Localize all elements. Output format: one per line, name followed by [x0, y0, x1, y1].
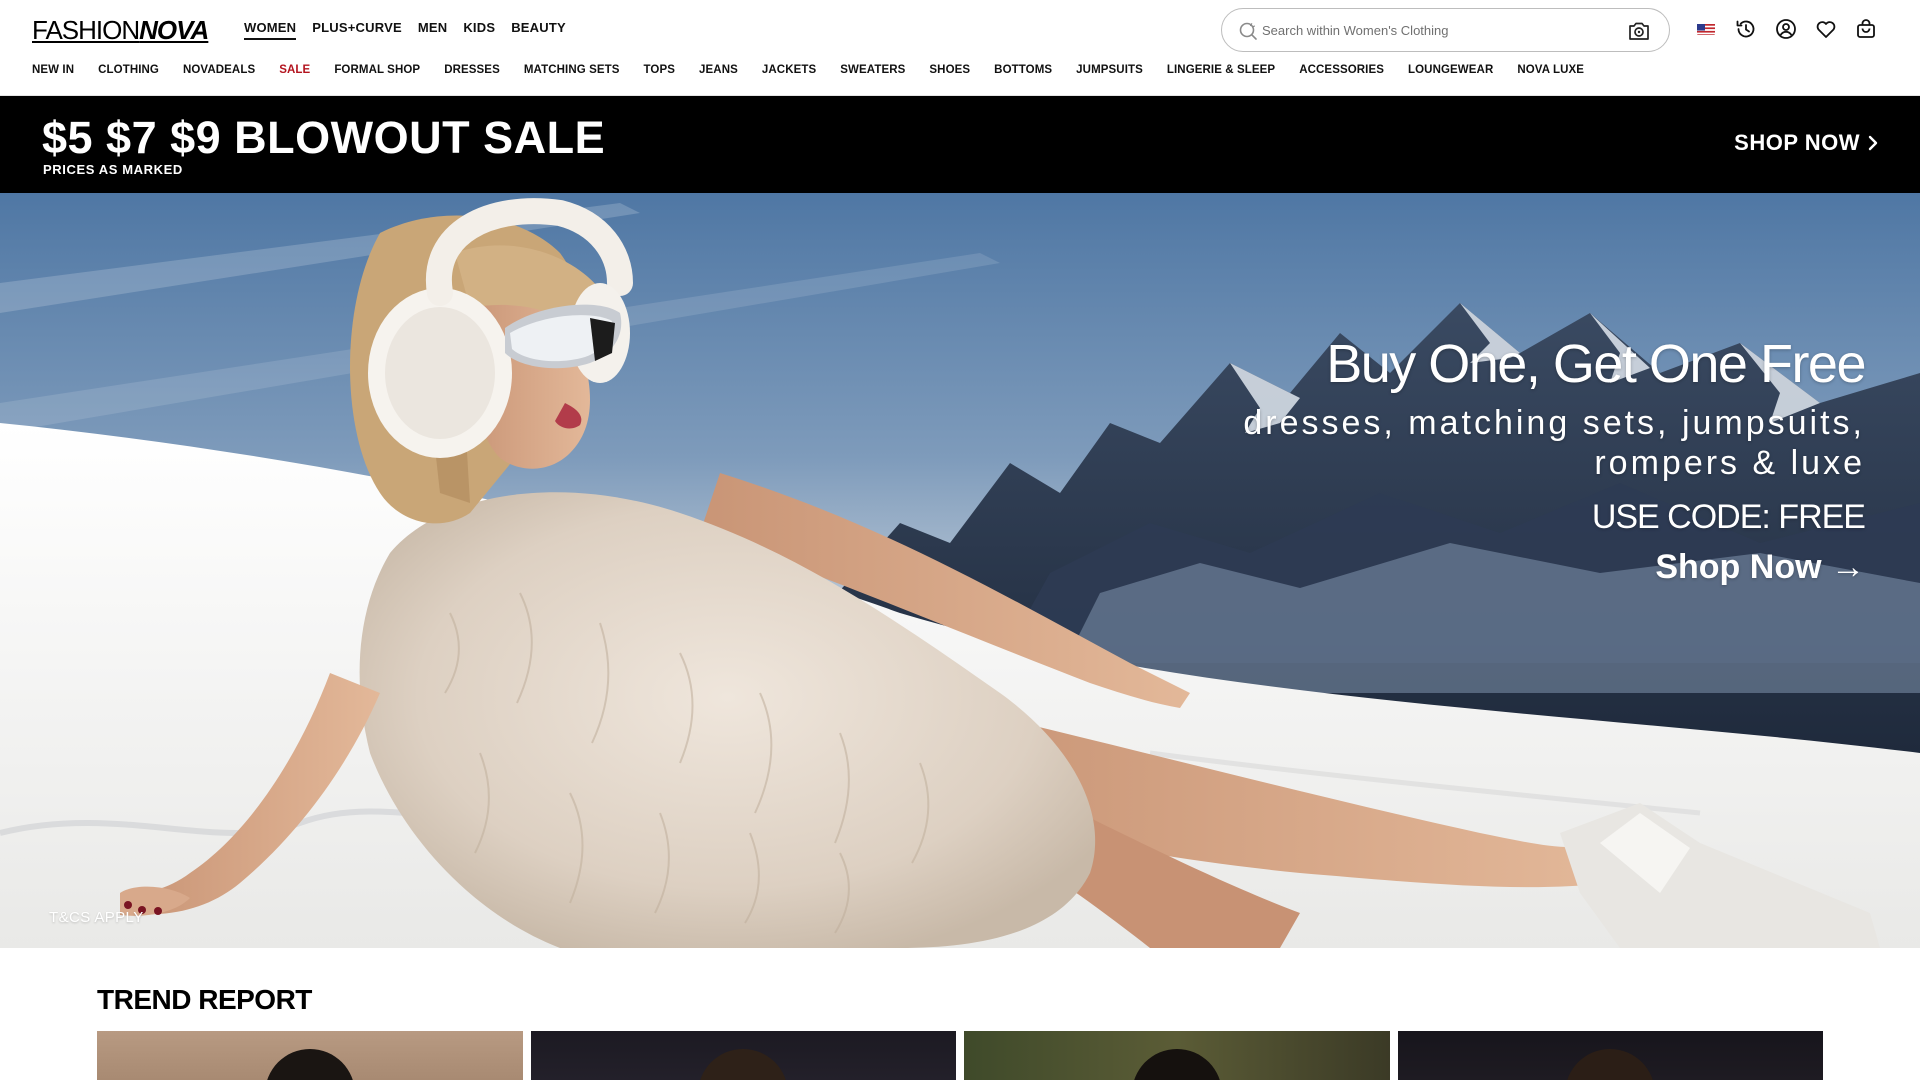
category-link-jeans[interactable]: JEANS — [699, 64, 738, 80]
dept-tab-men[interactable]: MEN — [418, 20, 448, 40]
category-nav: NEW IN CLOTHING NOVADEALS SALE FORMAL SH… — [32, 64, 1608, 80]
category-link-tops[interactable]: TOPS — [644, 64, 676, 80]
header-icons — [1694, 17, 1878, 41]
trend-tile[interactable] — [1397, 1031, 1823, 1080]
category-link-nova-luxe[interactable]: NOVA LUXE — [1517, 64, 1584, 80]
wishlist-heart-icon[interactable] — [1814, 17, 1838, 41]
trend-tile-model-image — [698, 1049, 789, 1080]
blowout-sale-banner[interactable]: $5 $7 $9 BLOWOUT SALE PRICES AS MARKED S… — [0, 96, 1920, 193]
search-input[interactable] — [1262, 19, 1602, 41]
hero-shop-now-link[interactable]: Shop Now → — [1243, 547, 1865, 587]
search-icon — [1239, 22, 1257, 40]
category-link-loungewear[interactable]: LOUNGEWEAR — [1408, 64, 1493, 80]
dept-tab-beauty[interactable]: BEAUTY — [511, 20, 566, 40]
category-link-sale[interactable]: SALE — [279, 64, 310, 80]
category-link-accessories[interactable]: ACCESSORIES — [1299, 64, 1384, 80]
hero-subtitle-line-2: rompers & luxe — [1594, 444, 1865, 482]
hero-promo-code: USE CODE: FREE — [1591, 498, 1866, 536]
category-link-new-in[interactable]: NEW IN — [32, 64, 74, 80]
us-flag-icon[interactable] — [1694, 17, 1718, 41]
hero-banner[interactable]: Buy One, Get One Free dresses, matching … — [0, 193, 1920, 948]
site-header: FASHION NOVA WOMEN PLUS+CURVE MEN KIDS BE… — [0, 0, 1920, 58]
category-link-jackets[interactable]: JACKETS — [762, 64, 816, 80]
chevron-right-icon — [1868, 135, 1878, 151]
category-link-dresses[interactable]: DRESSES — [444, 64, 500, 80]
trend-report-heading: TREND REPORT — [97, 984, 312, 1015]
trend-tile-model-image — [1565, 1049, 1656, 1080]
dept-tab-plus-curve[interactable]: PLUS+CURVE — [312, 20, 402, 40]
trend-tile[interactable] — [530, 1031, 956, 1080]
promo-cta-label: SHOP NOW — [1734, 130, 1860, 155]
trend-tile[interactable] — [964, 1031, 1390, 1080]
trend-tile[interactable] — [97, 1031, 523, 1080]
camera-search-icon[interactable] — [1627, 20, 1651, 42]
search-bar — [1221, 8, 1670, 52]
trend-tile-model-image — [264, 1049, 355, 1080]
category-link-formal-shop[interactable]: FORMAL SHOP — [334, 64, 420, 80]
promo-headline: $5 $7 $9 BLOWOUT SALE — [42, 112, 606, 163]
hero-subtitle-line-1: dresses, matching sets, jumpsuits, — [1243, 404, 1865, 442]
department-nav: WOMEN PLUS+CURVE MEN KIDS BEAUTY — [244, 20, 566, 40]
category-link-bottoms[interactable]: BOTTOMS — [994, 64, 1052, 80]
promo-shop-now[interactable]: SHOP NOW — [1734, 130, 1878, 156]
dept-tab-kids[interactable]: KIDS — [463, 20, 495, 40]
logo-text-nova: NOVA — [139, 15, 209, 45]
category-link-clothing[interactable]: CLOTHING — [98, 64, 159, 80]
hero-title: Buy One, Get One Free — [1326, 334, 1866, 394]
category-link-novadeals[interactable]: NOVADEALS — [183, 64, 255, 80]
trend-tile-model-image — [1131, 1049, 1222, 1080]
hero-copy: Buy One, Get One Free dresses, matching … — [1243, 333, 1866, 587]
dept-tab-women[interactable]: WOMEN — [244, 20, 297, 40]
shopping-bag-icon[interactable] — [1854, 17, 1878, 41]
account-icon[interactable] — [1774, 17, 1798, 41]
category-link-sweaters[interactable]: SWEATERS — [840, 64, 905, 80]
category-link-jumpsuits[interactable]: JUMPSUITS — [1076, 64, 1143, 80]
category-link-lingerie-sleep[interactable]: LINGERIE & SLEEP — [1167, 64, 1275, 80]
category-link-shoes[interactable]: SHOES — [929, 64, 970, 80]
promo-subtext: PRICES AS MARKED — [43, 162, 183, 177]
history-icon[interactable] — [1734, 17, 1758, 41]
terms-apply-text[interactable]: T&CS APPLY — [49, 909, 144, 926]
category-link-matching-sets[interactable]: MATCHING SETS — [524, 64, 620, 80]
fashion-nova-logo[interactable]: FASHION NOVA — [32, 15, 209, 45]
logo-text-fashion: FASHION — [32, 15, 140, 45]
trend-report-grid — [97, 1031, 1823, 1080]
